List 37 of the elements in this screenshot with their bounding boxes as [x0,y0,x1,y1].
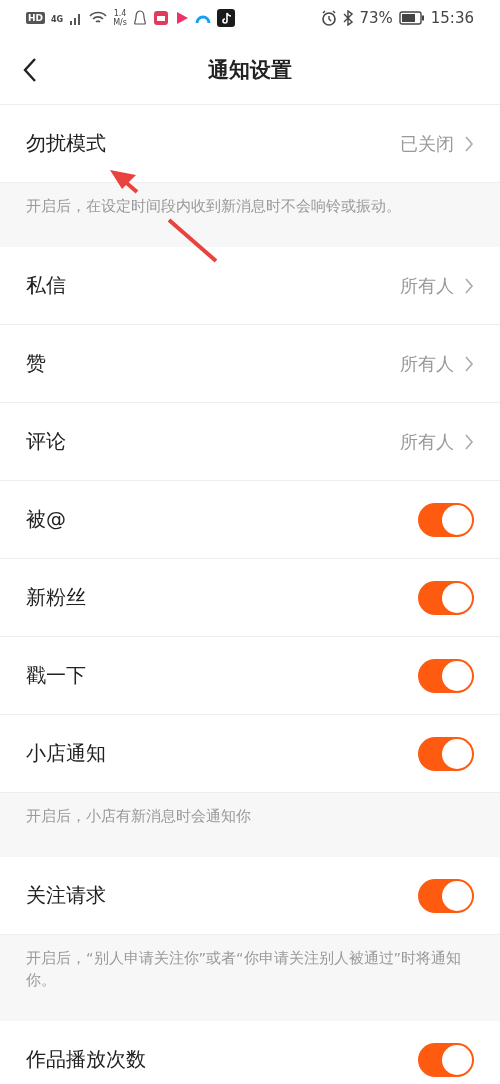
toggle-switch[interactable] [418,580,474,615]
battery-icon [398,11,425,25]
hint-text: 开启后，小店有新消息时会通知你 [0,793,500,857]
settings-row[interactable]: 赞 所有人 [0,325,500,403]
toggle-switch[interactable] [418,878,474,913]
page-title: 通知设置 [208,57,292,84]
back-icon[interactable] [22,57,38,83]
app-icon [152,10,169,26]
toggle-switch[interactable] [418,658,474,693]
hint-text: 开启后，在设定时间段内收到新消息时不会响铃或振动。 [0,183,500,247]
toggle-switch[interactable] [418,1042,474,1077]
play-icon [174,10,189,26]
setting-label: 新粉丝 [26,584,87,611]
wifi-icon [89,11,108,25]
hd-indicator: HD [26,12,45,24]
music-note-icon [216,9,235,27]
setting-label: 作品播放次数 [26,1046,147,1073]
speed-value: 1.4 [113,9,127,18]
chevron-icon [464,432,474,451]
toggle-switch[interactable] [418,502,474,537]
settings-row[interactable]: 评论 所有人 [0,403,500,481]
chevron-icon [464,354,474,373]
network-type: 4G [51,15,64,24]
setting-label: 小店通知 [26,740,107,767]
setting-label: 关注请求 [26,882,107,909]
hint-text: 开启后，“别人申请关注你”或者“你申请关注别人被通过”时将通知你。 [0,935,500,1021]
setting-label: 戳一下 [26,662,87,689]
bluetooth-icon [343,10,354,26]
toggle-switch[interactable] [418,736,474,771]
battery-percent: 73% [359,9,393,27]
setting-label: 被@ [26,506,67,533]
alarm-icon [321,10,338,26]
chevron-icon [464,276,474,295]
chevron-icon [464,134,474,153]
clock-time: 15:36 [430,9,474,27]
settings-row[interactable]: 私信 所有人 [0,247,500,325]
speed-unit: M/s [113,18,127,27]
